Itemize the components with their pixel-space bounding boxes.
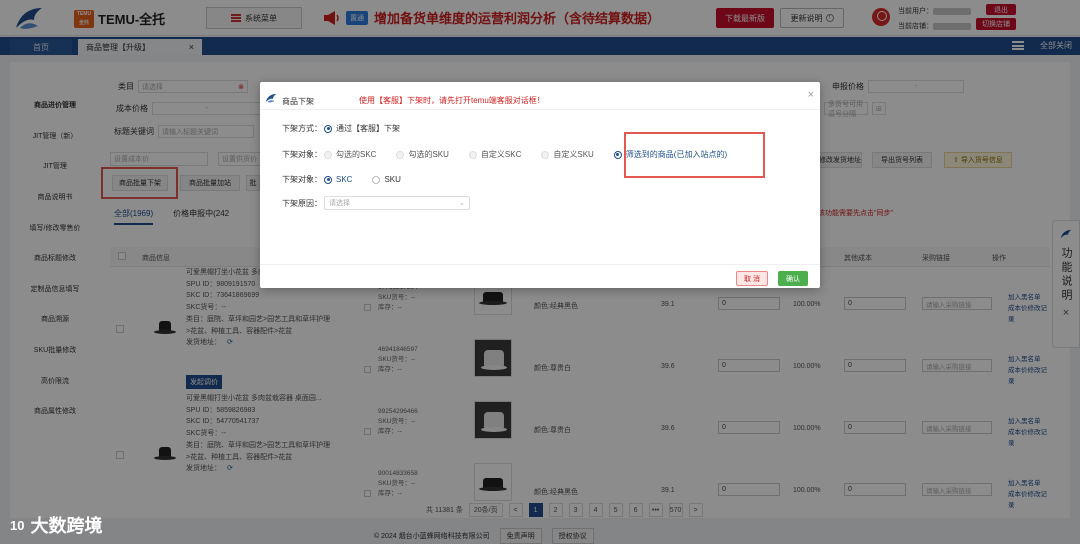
radio-target-label: 勾选的SKC xyxy=(336,150,377,159)
confirm-button[interactable]: 确认 xyxy=(778,271,808,286)
radio-target2-label: SKC xyxy=(336,175,353,184)
radio-target-option[interactable]: 自定义SKU xyxy=(541,149,594,160)
delist-dialog: 商品下架 使用【客服】下架时，请先打开temu端客服对话框！ × 下架方式： 通… xyxy=(260,82,820,288)
radio-dot xyxy=(396,150,405,159)
radio-dot xyxy=(468,150,477,159)
chevron-down-icon: ⌄ xyxy=(459,200,465,207)
delist-target2-row: 下架对象： SKC SKU xyxy=(260,174,421,185)
dialog-footer: 取 消 确认 xyxy=(260,264,820,288)
radio-dot xyxy=(613,150,622,159)
radio-target2-option[interactable]: SKC xyxy=(324,175,352,184)
radio-dot xyxy=(372,175,381,184)
delist-target-label: 下架对象： xyxy=(282,150,322,159)
delist-target2-label: 下架对象： xyxy=(282,175,322,184)
dialog-warning: 使用【客服】下架时，请先打开temu端客服对话框！ xyxy=(359,96,545,105)
radio-via-service[interactable]: 通过【客服】下架 xyxy=(324,123,400,134)
radio-target-option[interactable]: 自定义SKC xyxy=(468,149,522,160)
radio-target-option[interactable]: 勾选的SKC xyxy=(324,149,376,160)
delist-reason-row: 下架原因： 请选择 ⌄ xyxy=(260,196,470,210)
radio-target-label: 勾选的SKU xyxy=(408,150,449,159)
radio-dot xyxy=(324,124,332,133)
delist-method-label: 下架方式： xyxy=(282,124,322,133)
radio-target-label: 自定义SKU xyxy=(553,150,594,159)
watermark: 10 大数跨境 xyxy=(10,512,102,538)
highlight-filtered-option xyxy=(624,132,765,178)
delist-reason-placeholder: 请选择 xyxy=(329,200,350,207)
radio-dot xyxy=(324,175,332,184)
radio-dot xyxy=(324,150,332,159)
delist-method-row: 下架方式： 通过【客服】下架 xyxy=(260,123,420,134)
delist-reason-label: 下架原因： xyxy=(282,198,322,208)
dialog-header: 商品下架 使用【客服】下架时，请先打开temu端客服对话框！ × xyxy=(260,82,820,110)
radio-target-label: 自定义SKC xyxy=(480,150,522,159)
bird-logo-icon xyxy=(265,93,277,103)
watermark-logo: 10 xyxy=(10,517,25,533)
delist-reason-select[interactable]: 请选择 ⌄ xyxy=(324,196,470,210)
radio-via-service-label: 通过【客服】下架 xyxy=(336,124,400,133)
watermark-text: 大数跨境 xyxy=(30,516,103,536)
cancel-button[interactable]: 取 消 xyxy=(736,271,768,286)
dialog-title: 商品下架 xyxy=(282,97,314,106)
radio-target2-option[interactable]: SKU xyxy=(372,175,401,184)
radio-target2-label: SKU xyxy=(384,175,401,184)
radio-dot xyxy=(541,150,550,159)
radio-target-option[interactable]: 勾选的SKU xyxy=(396,149,449,160)
close-icon[interactable]: × xyxy=(808,89,814,101)
